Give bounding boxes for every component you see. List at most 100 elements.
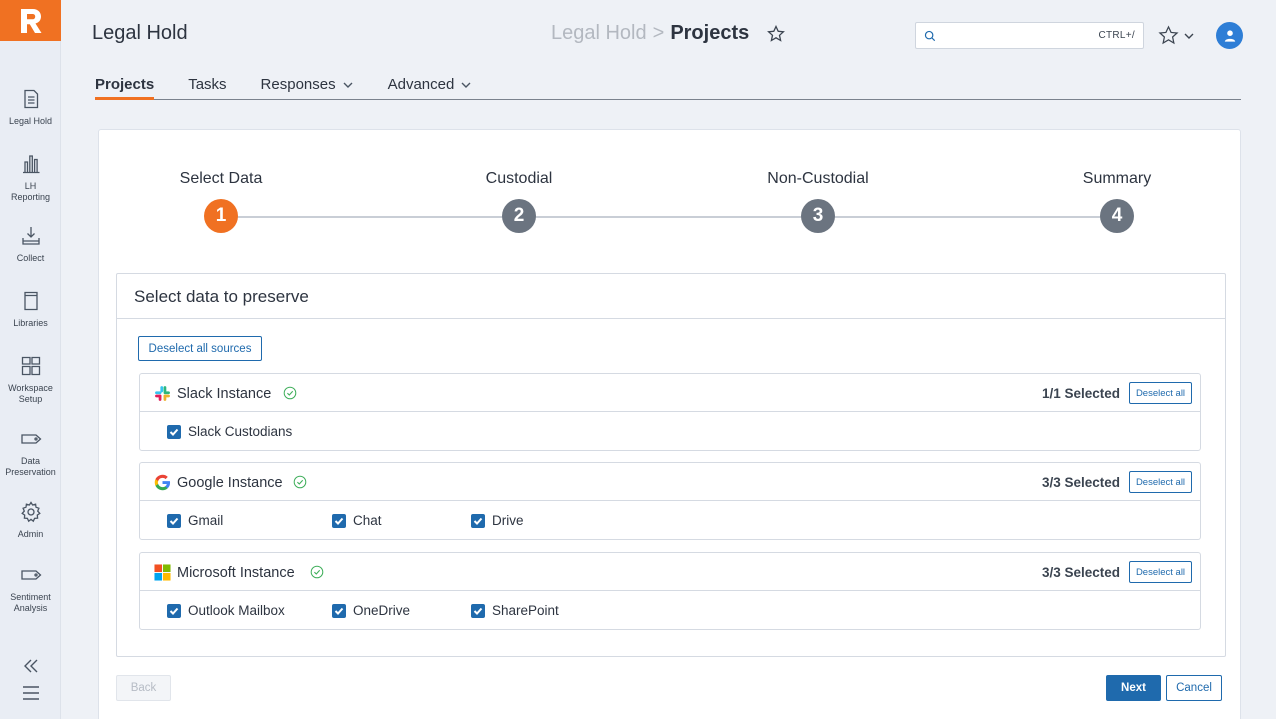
panel-title: Select data to preserve	[134, 287, 309, 306]
checkbox[interactable]	[332, 513, 346, 528]
checkmark-icon	[169, 607, 179, 615]
rail-item-label: Sentiment Analysis	[10, 592, 51, 613]
deselect-all-sources-button[interactable]: Deselect all sources	[138, 336, 262, 361]
option-label: Outlook Mailbox	[188, 603, 285, 618]
rail-item-workspace-setup[interactable]: Workspace Setup	[0, 355, 61, 404]
option-slack-custodians[interactable]: Slack Custodians	[167, 424, 292, 439]
checkbox[interactable]	[332, 603, 346, 618]
rail-item-label: Legal Hold	[8, 116, 53, 126]
checkbox[interactable]	[167, 424, 181, 439]
rail-item-lh-reporting[interactable]: LH Reporting	[0, 153, 61, 202]
favorite-star-icon[interactable]	[767, 24, 786, 43]
step-label: Non-Custodial	[767, 170, 869, 187]
option-label: OneDrive	[353, 603, 411, 618]
source-google: Google Instance 3/3 Selected Deselect al…	[139, 462, 1201, 540]
menu-button[interactable]	[0, 683, 61, 703]
rail-item-data-preservation[interactable]: Data Preservation	[0, 428, 61, 477]
collapse-rail-button[interactable]	[0, 656, 61, 676]
hamburger-icon	[22, 686, 39, 700]
tab-label: Responses	[260, 76, 336, 93]
selected-count: 1/1 Selected	[1041, 386, 1120, 401]
source-name: Slack Instance	[177, 386, 272, 402]
deselect-all-button[interactable]: Deselect all	[1129, 382, 1192, 404]
chevron-down-icon	[461, 82, 471, 88]
step-4-indicator[interactable]: 4	[1100, 199, 1134, 233]
source-name: Microsoft Instance	[177, 565, 295, 581]
rail-item-libraries[interactable]: Libraries	[0, 290, 61, 329]
step-2-indicator[interactable]: 2	[502, 199, 536, 233]
chevron-down-icon	[343, 82, 353, 88]
check-circle-icon	[293, 475, 307, 489]
deselect-all-button[interactable]: Deselect all	[1129, 561, 1192, 583]
option-drive[interactable]: Drive	[471, 513, 524, 528]
breadcrumb-separator: >	[652, 22, 665, 44]
gear-icon	[20, 501, 41, 523]
rail-item-legal-hold[interactable]: Legal Hold	[0, 88, 61, 127]
option-label: Slack Custodians	[188, 424, 293, 439]
source-name: Google Instance	[177, 475, 283, 491]
checkmark-icon	[169, 428, 179, 436]
step-3-indicator[interactable]: 3	[801, 199, 835, 233]
tab-label: Tasks	[188, 76, 227, 93]
user-icon	[1224, 29, 1235, 42]
tab-projects[interactable]: Projects	[95, 76, 155, 100]
checkbox[interactable]	[471, 603, 485, 618]
rail-item-label: LH Reporting	[10, 181, 51, 202]
user-avatar[interactable]	[1216, 22, 1243, 49]
search-box[interactable]: CTRL+/	[915, 22, 1144, 49]
left-nav-rail: Legal Hold LH Reporting Collect Librarie…	[0, 0, 61, 719]
option-gmail[interactable]: Gmail	[167, 513, 223, 528]
tab-tasks[interactable]: Tasks	[188, 76, 226, 100]
checkbox[interactable]	[167, 603, 181, 618]
source-slack: Slack Instance 1/1 Selected Deselect all…	[139, 373, 1201, 451]
slack-logo-icon	[155, 386, 170, 401]
next-button[interactable]: Next	[1106, 675, 1161, 701]
favorites-menu[interactable]	[1158, 25, 1195, 46]
cancel-button[interactable]: Cancel	[1166, 675, 1222, 701]
search-shortcut-hint: CTRL+/	[1098, 30, 1135, 41]
divider	[117, 318, 1225, 319]
double-chevron-left-icon	[23, 659, 37, 673]
checkmark-icon	[334, 517, 344, 525]
option-outlook-mailbox[interactable]: Outlook Mailbox	[167, 603, 285, 618]
source-options: Gmail Chat Drive	[140, 501, 1200, 539]
rail-item-admin[interactable]: Admin	[0, 501, 61, 540]
selected-count: 3/3 Selected	[1041, 475, 1120, 490]
option-sharepoint[interactable]: SharePoint	[471, 603, 559, 618]
source-options: Outlook Mailbox OneDrive SharePoint	[140, 591, 1200, 629]
source-header: Slack Instance 1/1 Selected Deselect all	[140, 374, 1200, 412]
tab-responses[interactable]: Responses	[261, 76, 354, 100]
rail-item-label: Workspace Setup	[8, 383, 53, 404]
tag-icon	[20, 570, 41, 580]
breadcrumb: Legal Hold > Projects	[551, 22, 786, 45]
source-microsoft: Microsoft Instance 3/3 Selected Deselect…	[139, 552, 1201, 630]
check-circle-icon	[310, 565, 324, 579]
checkbox[interactable]	[471, 513, 485, 528]
grid-icon	[21, 356, 40, 376]
option-label: Drive	[492, 513, 524, 528]
option-chat[interactable]: Chat	[332, 513, 382, 528]
checkmark-icon	[169, 517, 179, 525]
search-input[interactable]	[942, 29, 1099, 42]
deselect-all-button[interactable]: Deselect all	[1129, 471, 1192, 493]
bar-chart-icon	[22, 155, 39, 174]
chevron-down-icon	[1184, 33, 1194, 39]
rail-item-label: Collect	[16, 253, 45, 263]
back-button[interactable]: Back	[116, 675, 171, 701]
download-tray-icon	[21, 227, 40, 245]
rail-item-collect[interactable]: Collect	[0, 225, 61, 264]
app-logo[interactable]	[0, 0, 61, 41]
breadcrumb-parent[interactable]: Legal Hold	[551, 22, 647, 45]
source-options: Slack Custodians	[140, 412, 1200, 450]
step-1-indicator[interactable]: 1	[204, 199, 238, 233]
rail-item-label: Admin	[17, 529, 44, 539]
checkmark-icon	[334, 607, 344, 615]
rail-item-sentiment-analysis[interactable]: Sentiment Analysis	[0, 564, 61, 613]
option-onedrive[interactable]: OneDrive	[332, 603, 410, 618]
tab-advanced[interactable]: Advanced	[388, 76, 473, 100]
check-circle-icon	[283, 386, 297, 400]
tab-bar: Projects Tasks Responses Advanced	[95, 76, 1241, 100]
step-label: Select Data	[179, 170, 263, 187]
tag-icon	[20, 434, 41, 444]
checkbox[interactable]	[167, 513, 181, 528]
